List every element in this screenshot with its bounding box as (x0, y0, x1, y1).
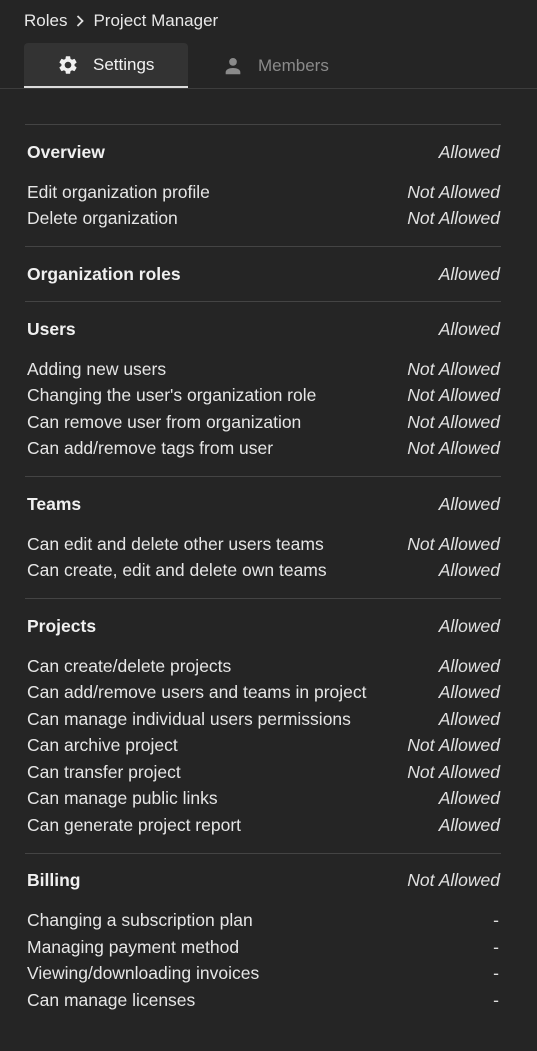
permission-label: Can remove user from organization (27, 411, 302, 432)
permission-row: Can manage public links Allowed (25, 786, 501, 813)
permission-row: Can manage licenses - (25, 987, 501, 1014)
tab-members[interactable]: Members (188, 43, 329, 88)
permission-label: Can create/delete projects (27, 655, 232, 676)
permission-label: Can create, edit and delete own teams (27, 560, 327, 581)
permission-label: Can transfer project (27, 761, 181, 782)
permission-row: Can remove user from organization Not Al… (25, 409, 501, 436)
gear-icon (57, 54, 79, 76)
permission-value: Not Allowed (407, 181, 500, 202)
section-title: Billing (27, 870, 81, 890)
permission-row: Can manage individual users permissions … (25, 706, 501, 733)
permission-label: Can generate project report (27, 814, 242, 835)
permission-row: Can add/remove tags from user Not Allowe… (25, 436, 501, 463)
section-header: Users Allowed (25, 316, 501, 342)
permission-value: Allowed (438, 493, 500, 514)
section-header: Projects Allowed (25, 613, 501, 639)
permission-row: Can archive project Not Allowed (25, 733, 501, 760)
page-header: Roles Project Manager Settings Members (0, 0, 537, 89)
permission-row: Adding new users Not Allowed (25, 356, 501, 383)
permission-row: Can add/remove users and teams in projec… (25, 680, 501, 707)
permission-value: Not Allowed (407, 870, 500, 890)
permission-label: Can manage public links (27, 788, 218, 809)
permission-label: Viewing/downloading invoices (27, 963, 260, 984)
permission-row: Can create, edit and delete own teams Al… (25, 558, 501, 585)
section-teams: Teams Allowed Can edit and delete other … (25, 476, 501, 598)
permission-row: Managing payment method - (25, 934, 501, 961)
section-title: Teams (27, 493, 82, 514)
section-overview: Overview Allowed Edit organization profi… (25, 124, 501, 246)
permission-label: Can manage licenses (27, 989, 196, 1010)
tab-members-label: Members (258, 55, 329, 75)
permission-label: Changing the user's organization role (27, 385, 317, 406)
permission-row: Delete organization Not Allowed (25, 206, 501, 233)
section-title: Users (27, 318, 76, 339)
tab-bar: Settings Members (24, 43, 329, 89)
permission-value: Allowed (438, 682, 500, 703)
permission-label: Changing a subscription plan (27, 910, 253, 931)
permission-value: Allowed (438, 788, 500, 809)
section-title: Organization roles (27, 263, 181, 284)
permission-row: Can create/delete projects Allowed (25, 653, 501, 680)
permission-label: Can manage individual users permissions (27, 708, 351, 729)
permission-label: Can add/remove users and teams in projec… (27, 682, 367, 703)
permission-row: Changing the user's organization role No… (25, 383, 501, 410)
permission-label: Can archive project (27, 735, 178, 756)
permission-row: Edit organization profile Not Allowed (25, 179, 501, 206)
permission-label: Managing payment method (27, 936, 240, 957)
permission-value: Not Allowed (407, 438, 500, 459)
breadcrumb-roles-link[interactable]: Roles (24, 11, 67, 31)
permission-value: Allowed (438, 318, 500, 339)
permission-value: - (493, 989, 499, 1010)
permission-value: Allowed (438, 560, 500, 581)
permission-row: Can edit and delete other users teams No… (25, 531, 501, 558)
permission-value: Not Allowed (407, 208, 500, 229)
section-header: Overview Allowed (25, 139, 501, 165)
tab-settings[interactable]: Settings (24, 43, 188, 88)
permission-row: Changing a subscription plan - (25, 908, 501, 935)
permission-label: Can add/remove tags from user (27, 438, 274, 459)
section-billing: Billing Not Allowed Changing a subscript… (25, 852, 501, 1028)
permission-value: Not Allowed (407, 411, 500, 432)
permission-value: Allowed (438, 708, 500, 729)
permission-value: Not Allowed (407, 533, 500, 554)
permission-label: Delete organization (27, 208, 178, 229)
permission-value: - (493, 963, 499, 984)
permissions-list: Overview Allowed Edit organization profi… (25, 124, 501, 1028)
permission-value: Not Allowed (407, 385, 500, 406)
section-title: Projects (27, 615, 97, 636)
permission-value: Not Allowed (407, 761, 500, 782)
permission-value: Allowed (438, 814, 500, 835)
permission-row: Can transfer project Not Allowed (25, 759, 501, 786)
permission-label: Adding new users (27, 358, 167, 379)
person-icon (222, 55, 244, 77)
permission-value: - (493, 936, 499, 957)
permission-label: Can edit and delete other users teams (27, 533, 324, 554)
section-users: Users Allowed Adding new users Not Allow… (25, 301, 501, 476)
permission-value: - (493, 910, 499, 931)
permission-row: Viewing/downloading invoices - (25, 961, 501, 988)
permission-value: Allowed (438, 141, 500, 162)
breadcrumb: Roles Project Manager (24, 10, 218, 32)
section-projects: Projects Allowed Can create/delete proje… (25, 598, 501, 853)
section-title: Overview (27, 141, 105, 162)
chevron-right-icon (69, 10, 91, 32)
section-header: Billing Not Allowed (25, 868, 501, 894)
breadcrumb-current: Project Manager (93, 11, 219, 30)
permission-label: Edit organization profile (27, 181, 210, 202)
permission-value: Allowed (438, 263, 500, 284)
section-header: Organization roles Allowed (25, 261, 501, 287)
section-header: Teams Allowed (25, 491, 501, 517)
section-organization-roles: Organization roles Allowed (25, 246, 501, 301)
permission-value: Allowed (438, 615, 500, 636)
permission-value: Not Allowed (407, 358, 500, 379)
tab-settings-label: Settings (93, 54, 155, 74)
permission-value: Allowed (438, 655, 500, 676)
permission-value: Not Allowed (407, 735, 500, 756)
permission-row: Can generate project report Allowed (25, 812, 501, 839)
